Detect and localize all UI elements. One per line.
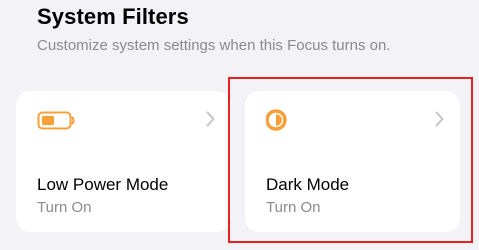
filter-status: Turn On — [266, 199, 321, 216]
battery-icon — [37, 111, 75, 130]
chevron-right-icon — [435, 111, 444, 127]
section-subtitle: Customize system settings when this Focu… — [37, 37, 391, 54]
dark-mode-card[interactable]: Dark Mode Turn On — [245, 91, 460, 232]
filter-status: Turn On — [37, 199, 92, 216]
filter-title: Dark Mode — [266, 175, 350, 194]
low-power-mode-card[interactable]: Low Power Mode Turn On — [16, 91, 231, 232]
filter-title: Low Power Mode — [37, 175, 169, 194]
dark-mode-icon — [266, 109, 287, 131]
section-title: System Filters — [37, 4, 189, 29]
chevron-right-icon — [206, 111, 215, 127]
